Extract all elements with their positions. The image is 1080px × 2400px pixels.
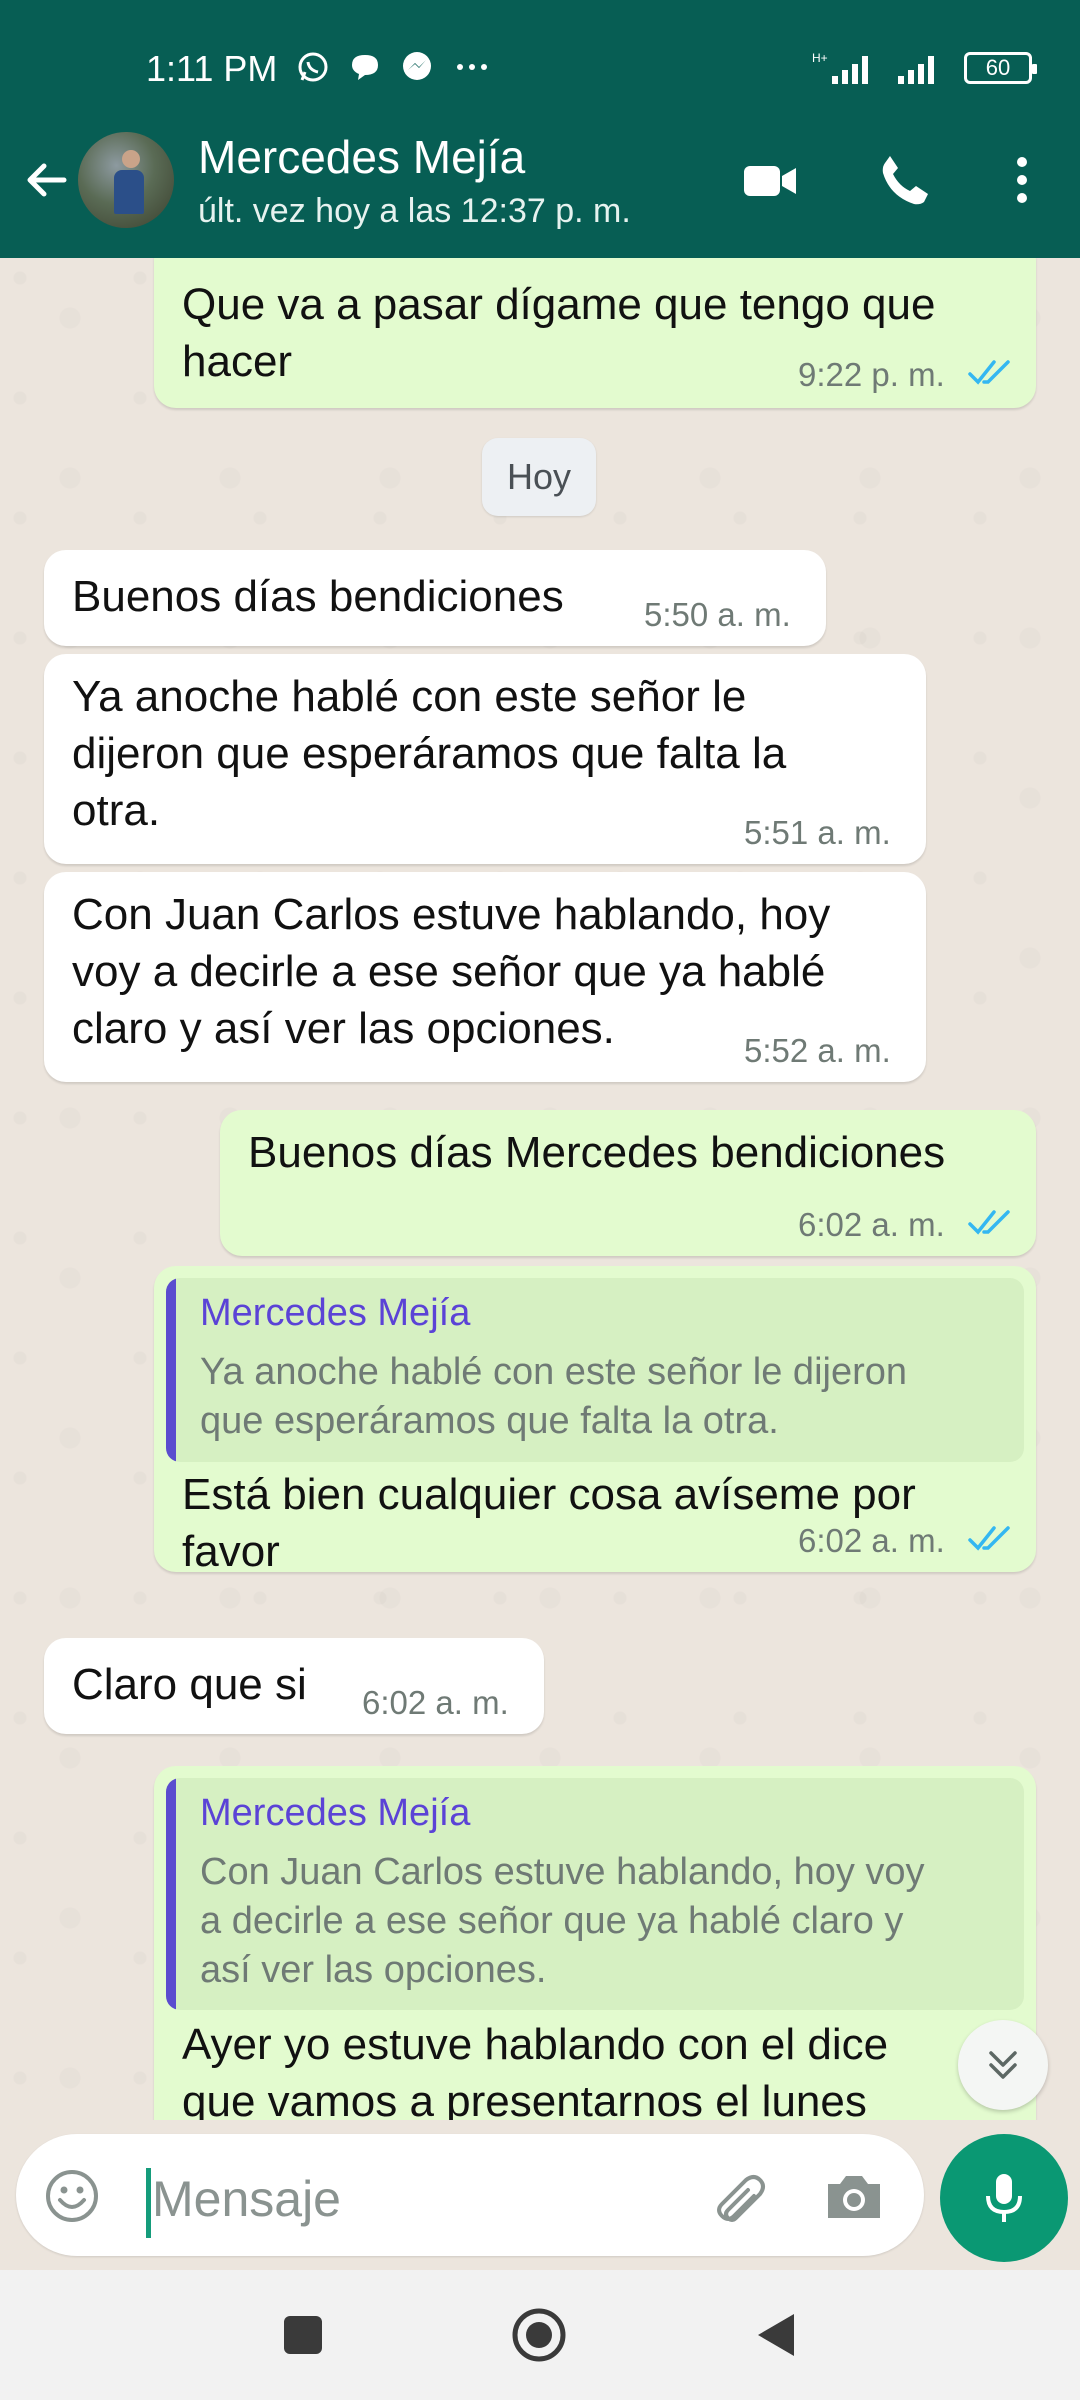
quoted-message[interactable]: Mercedes Mejía Ya anoche hablé con este … (166, 1278, 1024, 1462)
more-options-icon[interactable] (990, 148, 1054, 212)
microphone-icon (986, 2174, 1022, 2222)
message-bubble-incoming[interactable]: Buenos días bendiciones 5:50 a. m. (44, 550, 826, 646)
svg-text:H+: H+ (812, 51, 828, 65)
paperclip-icon[interactable] (704, 2164, 768, 2228)
date-separator: Hoy (482, 438, 596, 516)
message-bubble-outgoing-reply[interactable]: Mercedes Mejía Ya anoche hablé con este … (154, 1266, 1036, 1576)
quote-text: Con Juan Carlos estuve hablando, hoy voy… (200, 1848, 925, 1995)
message-time: 5:52 a. m. (744, 1032, 891, 1069)
read-receipt-icon (968, 1526, 1010, 1551)
quote-author: Mercedes Mejía (200, 1792, 471, 1834)
last-seen-status: últ. vez hoy a las 12:37 p. m. (198, 192, 631, 230)
battery-icon: 60 (964, 52, 1037, 84)
message-text: Ya anoche hablé con este señor le dijero… (72, 668, 786, 839)
home-icon[interactable] (510, 2306, 568, 2364)
message-time: 5:51 a. m. (744, 814, 891, 851)
message-line: Que va a pasar dígame que tengo que (182, 280, 936, 329)
message-bubble-incoming[interactable]: Claro que si 6:02 a. m. (44, 1638, 544, 1734)
message-bubble-outgoing[interactable]: Buenos días Mercedes bendiciones 6:02 a.… (220, 1110, 1036, 1256)
message-text: Buenos días Mercedes bendiciones (248, 1124, 945, 1181)
read-receipt-icon (968, 360, 1010, 385)
message-time: 6:02 a. m. (798, 1206, 945, 1243)
message-bubble-incoming[interactable]: Ya anoche hablé con este señor le dijero… (44, 654, 926, 864)
quote-bar (166, 1778, 176, 2010)
message-bubble-incoming[interactable]: Con Juan Carlos estuve hablando, hoy voy… (44, 872, 926, 1082)
top-bar: 1:11 PM H+ 60 Mercedes Mejía últ. vez ho… (0, 0, 1080, 258)
message-bubble-outgoing[interactable]: Que va a pasar dígame que tengo que hace… (154, 258, 1036, 408)
chat-header: Mercedes Mejía últ. vez hoy a las 12:37 … (0, 120, 1080, 258)
system-status-icons: H+ 60 (812, 50, 1037, 86)
text-cursor (146, 2168, 151, 2238)
message-time: 9:22 p. m. (798, 356, 945, 393)
quote-author: Mercedes Mejía (200, 1292, 471, 1334)
quoted-message[interactable]: Mercedes Mejía Con Juan Carlos estuve ha… (166, 1778, 1024, 2010)
battery-level: 60 (985, 55, 1011, 80)
message-bubble-outgoing-reply[interactable]: Mercedes Mejía Con Juan Carlos estuve ha… (154, 1766, 1036, 2120)
message-line: claro y así ver las opciones. (72, 1004, 615, 1053)
back-nav-icon[interactable] (754, 2310, 798, 2360)
message-line: otra. (72, 786, 161, 835)
back-arrow-icon[interactable] (20, 154, 72, 206)
contact-avatar[interactable] (78, 132, 174, 228)
scroll-to-bottom-button[interactable] (958, 2020, 1048, 2110)
message-time: 5:50 a. m. (644, 596, 791, 633)
message-line: voy a decirle a ese señor que ya hablé (72, 947, 826, 996)
message-line: Está bien cualquier cosa avíseme por (182, 1470, 916, 1519)
message-line: Claro que si (72, 1660, 307, 1709)
status-time: 1:11 PM (146, 48, 278, 89)
message-text: Con Juan Carlos estuve hablando, hoy voy… (72, 886, 830, 1057)
message-text: Buenos días bendiciones (72, 568, 564, 625)
camera-icon[interactable] (822, 2166, 886, 2226)
message-line: que vamos a presentarnos el lunes (182, 2077, 867, 2120)
status-bar: 1:11 PM H+ 60 (0, 0, 1080, 140)
recent-apps-icon[interactable] (282, 2314, 324, 2356)
message-text: Ayer yo estuve hablando con el dice que … (182, 2016, 888, 2120)
quote-line: a decirle a ese señor que ya hablé claro… (200, 1900, 904, 1942)
quote-line: que esperáramos que falta la otra. (200, 1400, 779, 1442)
message-line: Buenos días Mercedes bendiciones (248, 1128, 946, 1177)
chat-bubble-notification-icon (352, 55, 378, 80)
message-line: Ya anoche hablé con este señor le (72, 672, 747, 721)
quote-line: Con Juan Carlos estuve hablando, hoy voy (200, 1851, 925, 1893)
whatsapp-notification-icon (298, 52, 328, 82)
contact-name[interactable]: Mercedes Mejía (198, 130, 525, 184)
emoji-icon[interactable] (42, 2166, 102, 2226)
messenger-notification-icon (403, 52, 431, 80)
double-chevron-down-icon (989, 2051, 1017, 2079)
more-notifications-icon (457, 64, 487, 70)
quote-line: Ya anoche hablé con este señor le dijero… (200, 1351, 908, 1393)
message-composer: Mensaje (0, 2120, 1080, 2270)
message-input[interactable]: Mensaje (152, 2170, 341, 2228)
signal-icon (898, 56, 934, 84)
message-text: Claro que si (72, 1656, 307, 1713)
video-call-icon[interactable] (738, 148, 802, 212)
message-time: 6:02 a. m. (798, 1522, 945, 1559)
message-line: Con Juan Carlos estuve hablando, hoy (72, 890, 831, 939)
chat-messages-area[interactable]: Que va a pasar dígame que tengo que hace… (0, 258, 1080, 2120)
voice-call-icon[interactable] (872, 148, 936, 212)
system-navigation-bar (0, 2270, 1080, 2400)
signal-hplus-icon: H+ (812, 51, 868, 84)
voice-message-button[interactable] (940, 2134, 1068, 2262)
message-line: dijeron que esperáramos que falta la (72, 729, 787, 778)
message-line: Buenos días bendiciones (72, 572, 564, 621)
read-receipt-icon (968, 1210, 1010, 1235)
notification-icons (296, 50, 492, 84)
message-line: Ayer yo estuve hablando con el dice (182, 2020, 889, 2069)
message-time: 6:02 a. m. (362, 1684, 509, 1721)
quote-text: Ya anoche hablé con este señor le dijero… (200, 1348, 907, 1446)
quote-line: así ver las opciones. (200, 1949, 547, 1991)
quote-bar (166, 1278, 176, 1462)
message-input-pill[interactable]: Mensaje (16, 2134, 924, 2256)
